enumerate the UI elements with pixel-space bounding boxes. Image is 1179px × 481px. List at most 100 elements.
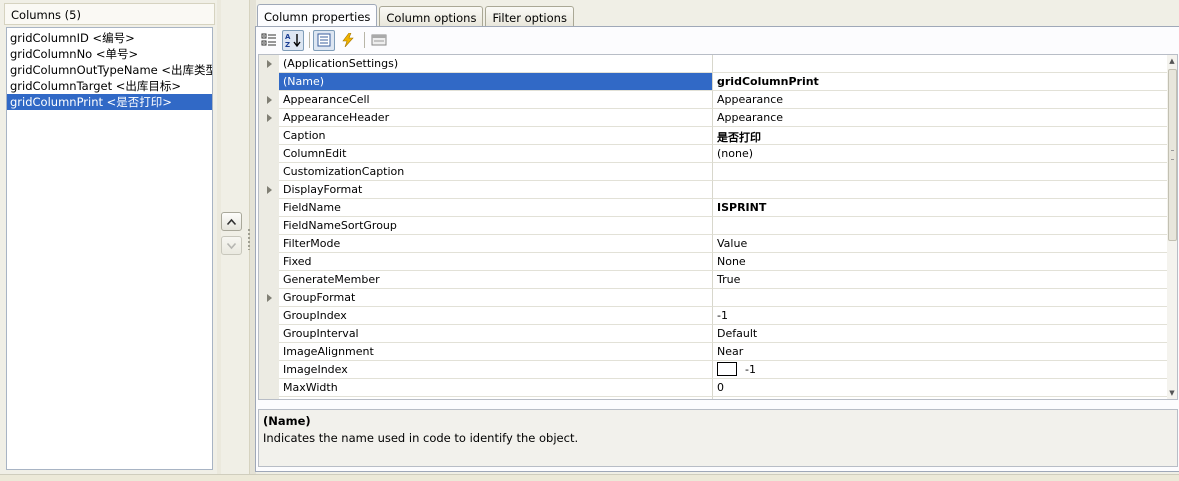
- property-row[interactable]: GroupIndex -1: [259, 307, 1177, 325]
- property-value-text: Near: [717, 345, 744, 358]
- scroll-thumb[interactable]: [1168, 69, 1177, 241]
- property-gutter: [259, 361, 279, 379]
- property-row[interactable]: FieldNameSortGroup: [259, 217, 1177, 235]
- property-grid-scrollbar[interactable]: ▲ ▼: [1167, 55, 1177, 399]
- expand-arrow-icon[interactable]: [266, 293, 272, 302]
- property-pages-button[interactable]: [368, 30, 390, 51]
- property-row[interactable]: MinWidth 20: [259, 397, 1177, 400]
- events-button[interactable]: [337, 30, 359, 51]
- tab-column-options[interactable]: Column options: [379, 6, 484, 27]
- property-name[interactable]: AppearanceCell: [279, 91, 713, 109]
- move-down-button[interactable]: [221, 236, 242, 255]
- property-name[interactable]: (Name): [279, 73, 713, 91]
- property-row[interactable]: (ApplicationSettings): [259, 55, 1177, 73]
- splitter-grip-icon[interactable]: [247, 228, 251, 250]
- property-gutter: [259, 145, 279, 163]
- column-list-item[interactable]: gridColumnNo <单号>: [7, 46, 212, 62]
- property-name[interactable]: GenerateMember: [279, 271, 713, 289]
- property-value[interactable]: True: [713, 271, 1177, 289]
- property-value-text: Value: [717, 237, 748, 250]
- property-gutter: [259, 55, 279, 73]
- property-name[interactable]: GroupFormat: [279, 289, 713, 307]
- property-value[interactable]: -1: [713, 361, 1177, 379]
- property-row[interactable]: ColumnEdit (none): [259, 145, 1177, 163]
- property-gutter: [259, 325, 279, 343]
- property-value[interactable]: 20: [713, 397, 1177, 400]
- property-row[interactable]: GroupFormat: [259, 289, 1177, 307]
- property-value[interactable]: [713, 55, 1177, 73]
- tab-column-properties[interactable]: Column properties: [257, 4, 378, 27]
- column-list-item[interactable]: gridColumnTarget <出库目标>: [7, 78, 212, 94]
- property-row[interactable]: MaxWidth 0: [259, 379, 1177, 397]
- property-row[interactable]: FilterMode Value: [259, 235, 1177, 253]
- expand-arrow-icon[interactable]: [266, 59, 272, 68]
- property-name[interactable]: MaxWidth: [279, 379, 713, 397]
- move-up-button[interactable]: [221, 212, 242, 231]
- property-name[interactable]: (ApplicationSettings): [279, 55, 713, 73]
- property-value[interactable]: ISPRINT: [713, 199, 1177, 217]
- property-value[interactable]: Appearance: [713, 109, 1177, 127]
- property-value[interactable]: [713, 289, 1177, 307]
- property-value[interactable]: Value: [713, 235, 1177, 253]
- alphabetical-button[interactable]: A Z: [282, 29, 304, 51]
- property-value[interactable]: Appearance: [713, 91, 1177, 109]
- column-list-item[interactable]: gridColumnOutTypeName <出库类型: [7, 62, 212, 78]
- column-list-item[interactable]: gridColumnID <编号>: [7, 30, 212, 46]
- property-row[interactable]: FieldName ISPRINT: [259, 199, 1177, 217]
- property-row[interactable]: ImageAlignment Near: [259, 343, 1177, 361]
- property-name[interactable]: FieldName: [279, 199, 713, 217]
- scroll-down-icon[interactable]: ▼: [1168, 389, 1176, 397]
- tab-strip: Column properties Column options Filter …: [257, 4, 576, 27]
- property-name[interactable]: ColumnEdit: [279, 145, 713, 163]
- property-value[interactable]: gridColumnPrint: [713, 73, 1177, 91]
- property-value-text: 20: [717, 399, 731, 400]
- svg-text:A: A: [285, 33, 291, 41]
- expand-arrow-icon[interactable]: [266, 185, 272, 194]
- property-row[interactable]: GenerateMember True: [259, 271, 1177, 289]
- categorized-icon: [261, 33, 276, 46]
- property-row[interactable]: CustomizationCaption: [259, 163, 1177, 181]
- expand-arrow-icon[interactable]: [266, 113, 272, 122]
- property-value[interactable]: None: [713, 253, 1177, 271]
- property-name[interactable]: CustomizationCaption: [279, 163, 713, 181]
- property-value[interactable]: (none): [713, 145, 1177, 163]
- property-value[interactable]: [713, 163, 1177, 181]
- property-row[interactable]: (Name) gridColumnPrint: [259, 73, 1177, 91]
- scroll-up-icon[interactable]: ▲: [1168, 57, 1176, 65]
- property-name[interactable]: GroupIndex: [279, 307, 713, 325]
- tab-filter-options[interactable]: Filter options: [485, 6, 574, 27]
- property-value[interactable]: Default: [713, 325, 1177, 343]
- property-name[interactable]: MinWidth: [279, 397, 713, 399]
- property-name[interactable]: DisplayFormat: [279, 181, 713, 199]
- property-value-text: Default: [717, 327, 758, 340]
- chevron-down-icon: [226, 242, 237, 249]
- description-text: Indicates the name used in code to ident…: [263, 431, 579, 445]
- expand-arrow-icon[interactable]: [266, 95, 272, 104]
- property-row[interactable]: Fixed None: [259, 253, 1177, 271]
- property-row[interactable]: AppearanceCell Appearance: [259, 91, 1177, 109]
- property-grid[interactable]: (ApplicationSettings) (Name) gridColumnPri…: [258, 54, 1178, 400]
- column-list[interactable]: gridColumnID <编号> gridColumnNo <单号> gridCo…: [6, 27, 213, 470]
- property-row[interactable]: ImageIndex -1: [259, 361, 1177, 379]
- property-name[interactable]: FilterMode: [279, 235, 713, 253]
- property-row[interactable]: AppearanceHeader Appearance: [259, 109, 1177, 127]
- property-value[interactable]: -1: [713, 307, 1177, 325]
- column-list-item[interactable]: gridColumnPrint <是否打印>: [7, 94, 212, 110]
- property-row[interactable]: DisplayFormat: [259, 181, 1177, 199]
- property-value[interactable]: 是否打印: [713, 127, 1177, 145]
- properties-button[interactable]: [313, 29, 335, 51]
- property-name[interactable]: ImageIndex: [279, 361, 713, 379]
- property-name[interactable]: GroupInterval: [279, 325, 713, 343]
- property-value[interactable]: Near: [713, 343, 1177, 361]
- property-value[interactable]: [713, 217, 1177, 235]
- property-name[interactable]: AppearanceHeader: [279, 109, 713, 127]
- categorized-button[interactable]: [258, 30, 280, 51]
- property-row[interactable]: GroupInterval Default: [259, 325, 1177, 343]
- property-name[interactable]: Fixed: [279, 253, 713, 271]
- property-row[interactable]: Caption 是否打印: [259, 127, 1177, 145]
- property-name[interactable]: Caption: [279, 127, 713, 145]
- property-name[interactable]: FieldNameSortGroup: [279, 217, 713, 235]
- property-value[interactable]: [713, 181, 1177, 199]
- property-name[interactable]: ImageAlignment: [279, 343, 713, 361]
- property-value[interactable]: 0: [713, 379, 1177, 397]
